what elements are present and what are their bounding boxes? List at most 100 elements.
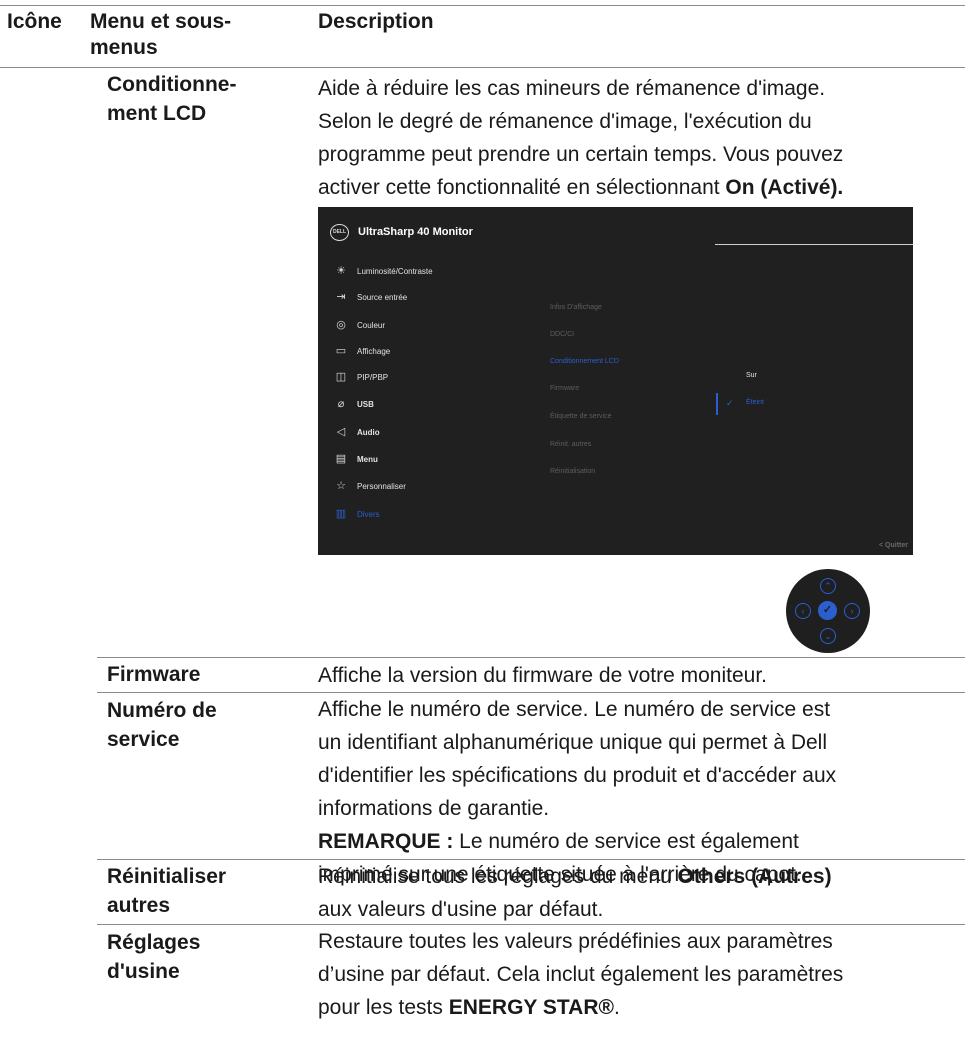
- osd-menu-label: Affichage: [357, 346, 391, 356]
- menu-name-reset-others: Réinitialiser autres: [107, 862, 226, 920]
- osd-menu-screenshot: DELL UltraSharp 40 Monitor ☀ Luminosité/…: [318, 207, 913, 555]
- reset-others-description: Réinitialise tous les réglages du menu O…: [318, 860, 832, 926]
- display-icon: ▭: [335, 345, 347, 357]
- osd-menu-item-brightness[interactable]: ☀ Luminosité/Contraste: [335, 263, 433, 279]
- column-header-description: Description: [318, 10, 434, 33]
- joystick-left-icon: ‹: [795, 603, 811, 619]
- dell-logo: DELL: [330, 224, 349, 241]
- description-line: un identifiant alphanumérique unique qui…: [318, 731, 828, 754]
- joystick-right-icon: ›: [844, 603, 860, 619]
- menu-name-service-tag: Numéro de service: [107, 696, 217, 754]
- input-source-icon: ⇥: [336, 291, 346, 303]
- osd-menu-label: USB: [357, 399, 374, 409]
- others-icon: ▥: [335, 508, 347, 520]
- osd-submenu-firmware[interactable]: Firmware: [550, 385, 579, 392]
- table-top-rule: [0, 5, 965, 6]
- osd-menu-item-display[interactable]: ▭ Affichage: [335, 343, 390, 359]
- description-line: activer cette fonctionnalité en sélectio…: [318, 171, 843, 204]
- header-bottom-rule: [0, 67, 965, 68]
- description-text: Le numéro de service est également: [453, 830, 799, 853]
- description-line: Réinitialise tous les réglages du menu O…: [318, 860, 832, 893]
- osd-option-off[interactable]: Éteint: [746, 399, 764, 406]
- description-line: Affiche le numéro de service. Le numéro …: [318, 698, 831, 721]
- osd-menu-label: Audio: [357, 427, 380, 437]
- osd-menu-item-menu[interactable]: ▤ Menu: [335, 451, 378, 467]
- description-text: .: [613, 996, 620, 1019]
- menu-name-line: Réinitialiser: [107, 865, 227, 888]
- menu-name-line: d'usine: [107, 960, 180, 983]
- menu-name-firmware: Firmware: [107, 663, 201, 686]
- menu-name-lcd-conditioning: Conditionne- ment LCD: [107, 70, 236, 128]
- description-bold-text: ENERGY STAR®: [448, 996, 614, 1019]
- description-text: Réinitialise tous les réglages du menu: [318, 865, 678, 888]
- description-bold-text: On (Activé).: [725, 176, 844, 199]
- osd-submenu-service-tag[interactable]: Étiquette de service: [550, 413, 611, 420]
- column-header-menu: Menu et sous- menus: [90, 9, 231, 61]
- firmware-description: Affiche la version du firmware de votre …: [318, 664, 767, 687]
- description-line: aux valeurs d'usine par défaut.: [318, 898, 604, 921]
- osd-submenu-ddc-ci[interactable]: DDC/CI: [550, 331, 574, 338]
- osd-menu-item-color[interactable]: ◎ Couleur: [335, 317, 385, 333]
- osd-title-underline: [715, 244, 913, 245]
- osd-menu-item-input-source[interactable]: ⇥ Source entrée: [335, 289, 407, 305]
- description-line: pour les tests ENERGY STAR®.: [318, 991, 843, 1024]
- osd-quit-button[interactable]: < Quitter: [879, 542, 908, 549]
- pip-pbp-icon: ◫: [335, 371, 347, 383]
- column-header-icon: Icône: [7, 10, 62, 33]
- usb-icon: ⌀: [337, 398, 345, 410]
- column-header-menu-line: menus: [90, 36, 158, 59]
- menu-name-line: ment LCD: [107, 102, 207, 125]
- factory-reset-description: Restaure toutes les valeurs prédéfinies …: [318, 925, 843, 1024]
- joystick-down-icon: ⌄: [820, 628, 836, 644]
- osd-menu-item-others[interactable]: ▥ Divers: [335, 506, 380, 522]
- description-line: Restaure toutes les valeurs prédéfinies …: [318, 930, 833, 953]
- description-line: d’usine par défaut. Cela inclut égalemen…: [318, 963, 844, 986]
- osd-menu-item-usb[interactable]: ⌀ USB: [335, 396, 374, 412]
- column-header-menu-line: Menu et sous-: [90, 10, 232, 33]
- description-text: activer cette fonctionnalité en sélectio…: [318, 176, 726, 199]
- row-rule: [97, 657, 965, 658]
- lcd-conditioning-description: Aide à réduire les cas mineurs de rémane…: [318, 72, 843, 204]
- brightness-icon: ☀: [336, 265, 346, 277]
- osd-menu-item-personalize[interactable]: ☆ Personnaliser: [335, 478, 406, 494]
- check-icon: ✓: [726, 398, 734, 408]
- osd-menu-label: Divers: [357, 509, 380, 519]
- menu-name-line: autres: [107, 894, 171, 917]
- menu-icon: ▤: [335, 453, 347, 465]
- osd-menu-item-audio[interactable]: ◁ Audio: [335, 424, 380, 440]
- osd-submenu-reset-others[interactable]: Réinit. autres: [550, 441, 591, 448]
- osd-menu-label: Personnaliser: [357, 481, 406, 491]
- star-icon: ☆: [336, 480, 346, 492]
- audio-icon: ◁: [336, 426, 346, 438]
- description-line: informations de garantie.: [318, 797, 550, 820]
- description-line: programme peut prendre un certain temps.…: [318, 143, 844, 166]
- osd-submenu-lcd-conditioning[interactable]: Conditionnement LCD: [550, 358, 619, 365]
- color-icon: ◎: [336, 319, 346, 331]
- osd-title: UltraSharp 40 Monitor: [358, 226, 473, 238]
- description-line: REMARQUE : Le numéro de service est égal…: [318, 825, 836, 858]
- joystick-up-icon: ⌃: [820, 578, 836, 594]
- osd-menu-item-pip-pbp[interactable]: ◫ PIP/PBP: [335, 369, 388, 385]
- osd-submenu-display-info[interactable]: Infos D'affichage: [550, 304, 602, 311]
- menu-name-line: Numéro de: [107, 699, 217, 722]
- osd-menu-label: Source entrée: [357, 292, 408, 302]
- description-line: Selon le degré de rémanence d'image, l'e…: [318, 110, 812, 133]
- description-line: d'identifier les spécifications du produ…: [318, 764, 837, 787]
- osd-submenu-factory-reset[interactable]: Réinitialisation: [550, 468, 595, 475]
- osd-menu-label: Menu: [357, 454, 378, 464]
- osd-selection-bar: [716, 393, 718, 415]
- menu-name-line: Conditionne-: [107, 73, 237, 96]
- menu-name-line: Réglages: [107, 931, 201, 954]
- description-text: pour les tests: [318, 996, 449, 1019]
- joystick-diagram: ⌃ ‹ ✓ › ⌄: [786, 569, 870, 653]
- osd-menu-label: PIP/PBP: [357, 372, 389, 382]
- description-line: Aide à réduire les cas mineurs de rémane…: [318, 77, 826, 100]
- description-bold-text: Others (Autres): [677, 865, 832, 888]
- menu-name-factory-reset: Réglages d'usine: [107, 928, 200, 986]
- osd-option-on[interactable]: Sur: [746, 372, 757, 379]
- osd-menu-label: Luminosité/Contraste: [357, 266, 433, 276]
- menu-name-line: service: [107, 728, 180, 751]
- osd-menu-label: Couleur: [357, 320, 386, 330]
- note-label: REMARQUE :: [318, 830, 454, 853]
- joystick-center-check-icon: ✓: [818, 601, 837, 620]
